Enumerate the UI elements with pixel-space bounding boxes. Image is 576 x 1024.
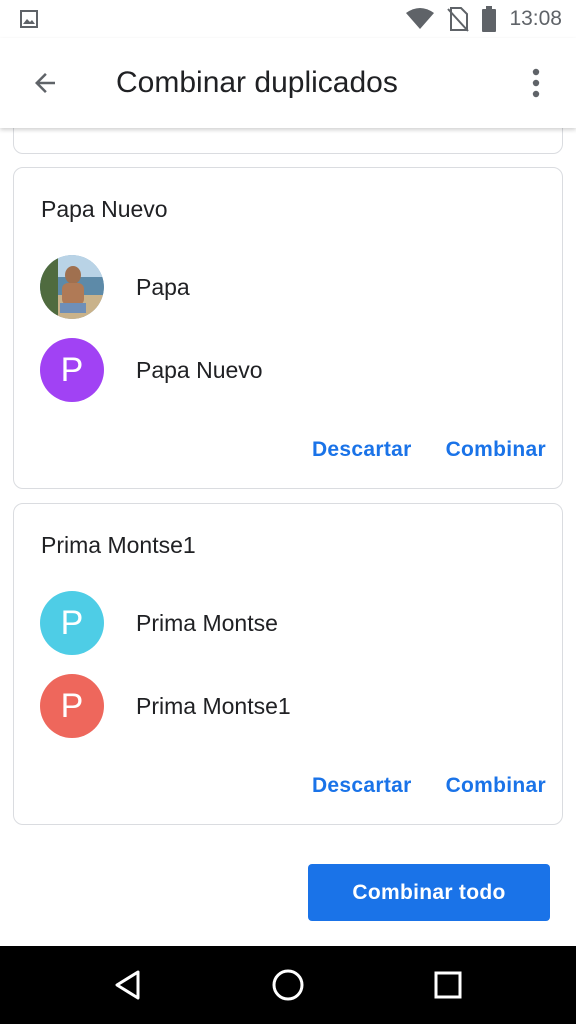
contact-photo: [40, 255, 104, 319]
duplicate-card-partial: [13, 128, 563, 154]
duplicates-list[interactable]: Papa Nuevo Papa P Papa Nuevo Descartar C…: [0, 128, 576, 946]
system-nav-bar: [0, 946, 576, 1024]
back-arrow-icon: [35, 73, 55, 93]
avatar: P: [40, 674, 104, 738]
duplicate-card: Papa Nuevo Papa P Papa Nuevo Descartar C…: [13, 167, 563, 489]
back-triangle-icon: [115, 970, 140, 1000]
duplicate-card: Prima Montse1 P Prima Montse P Prima Mon…: [13, 503, 563, 825]
no-sim-icon: [447, 7, 470, 32]
avatar: [40, 255, 104, 319]
nav-recents-button[interactable]: [428, 965, 468, 1005]
avatar-letter: P: [60, 603, 84, 642]
page-title: Combinar duplicados: [116, 66, 398, 99]
wifi-icon: [406, 8, 435, 29]
contact-row[interactable]: Papa: [40, 255, 540, 319]
card-actions: Descartar Combinar: [312, 774, 546, 798]
card-title: Papa Nuevo: [41, 196, 168, 222]
gallery-icon: [20, 10, 38, 28]
card-actions: Descartar Combinar: [312, 438, 546, 462]
contact-name: Papa: [136, 273, 190, 300]
contact-row[interactable]: P Prima Montse: [40, 591, 540, 655]
avatar: P: [40, 338, 104, 402]
nav-back-button[interactable]: [108, 965, 148, 1005]
contact-row[interactable]: P Papa Nuevo: [40, 338, 540, 402]
nav-home-button[interactable]: [268, 965, 308, 1005]
dismiss-button[interactable]: Descartar: [312, 438, 412, 462]
contact-name: Prima Montse: [136, 609, 278, 636]
contact-name: Papa Nuevo: [136, 356, 263, 383]
back-button[interactable]: [26, 64, 64, 102]
battery-icon: [482, 6, 497, 32]
card-title: Prima Montse1: [41, 532, 196, 558]
more-vert-icon: [532, 68, 540, 98]
status-icons: 13:08: [405, 6, 562, 32]
merge-button[interactable]: Combinar: [446, 438, 546, 462]
home-circle-icon: [272, 969, 304, 1001]
merge-button[interactable]: Combinar: [446, 774, 546, 798]
clock: 13:08: [509, 7, 562, 30]
avatar-letter: P: [60, 350, 84, 389]
app-bar: Combinar duplicados: [0, 38, 576, 128]
more-options-button[interactable]: [516, 64, 556, 102]
recents-square-icon: [434, 971, 462, 999]
dismiss-button[interactable]: Descartar: [312, 774, 412, 798]
merge-all-button[interactable]: Combinar todo: [308, 864, 550, 921]
avatar-letter: P: [60, 686, 84, 725]
status-bar: 13:08: [0, 0, 576, 38]
contact-row[interactable]: P Prima Montse1: [40, 674, 540, 738]
contact-name: Prima Montse1: [136, 692, 291, 719]
avatar: P: [40, 591, 104, 655]
